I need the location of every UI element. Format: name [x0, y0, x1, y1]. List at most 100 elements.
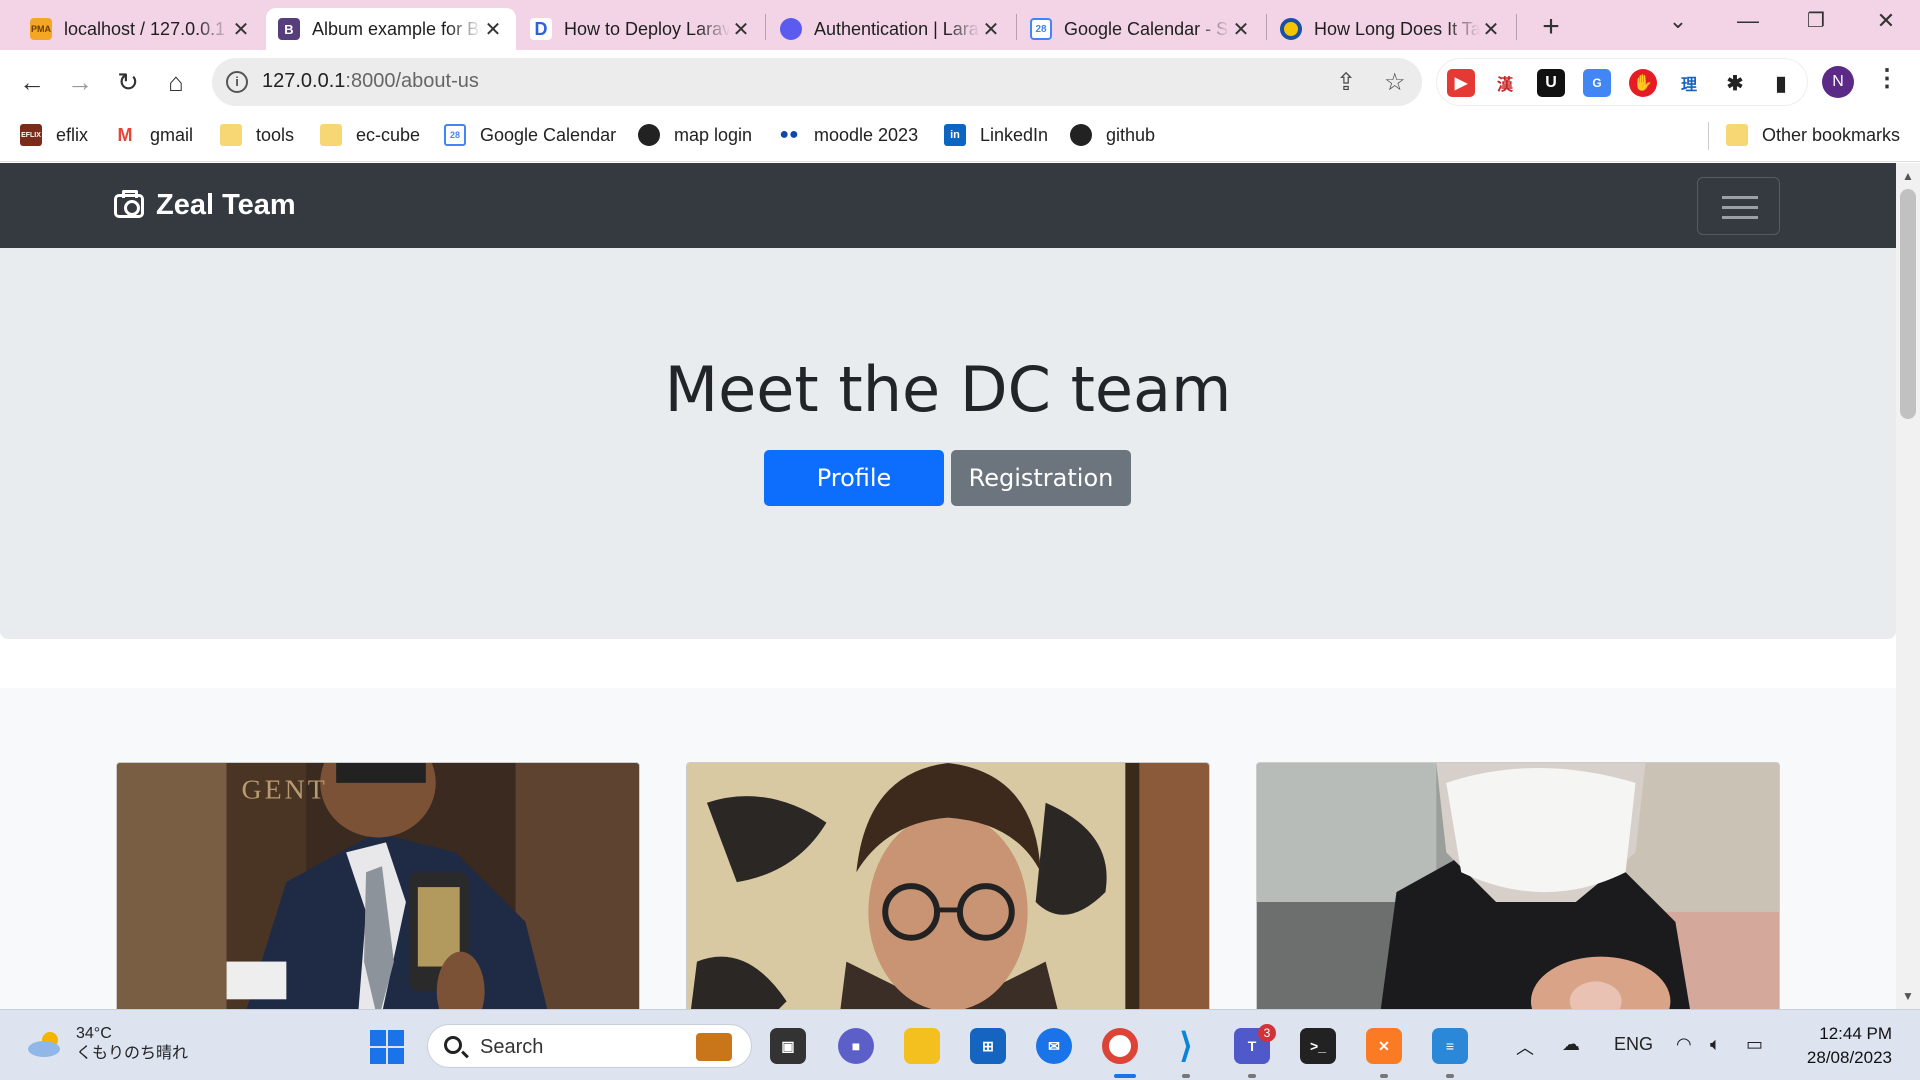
tab-title: How Long Does It Take [1314, 18, 1480, 39]
deploy-icon: D [530, 18, 552, 40]
site-info-icon[interactable]: i [226, 71, 248, 93]
xampp-icon[interactable]: ✕ [1366, 1028, 1402, 1064]
team-card[interactable] [1256, 762, 1780, 1009]
side-panel-icon[interactable]: ▮ [1767, 69, 1795, 97]
bookmark-label: moodle 2023 [814, 124, 919, 145]
tab-phpmyadmin[interactable]: PMA localhost / 127.0.0.1 ✕ [18, 8, 264, 50]
home-button[interactable]: ⌂ [156, 62, 196, 102]
tab-authentication[interactable]: Authentication | Laravel ✕ [768, 8, 1014, 50]
reload-button[interactable]: ↻ [108, 62, 148, 102]
ri-extension-icon[interactable]: 理 [1675, 69, 1703, 97]
scroll-up-icon[interactable]: ▲ [1902, 169, 1914, 183]
tab-divider [1266, 14, 1267, 40]
tab-title: Authentication | Laravel [814, 18, 980, 39]
volume-icon[interactable]: 🔈︎ [1710, 1034, 1721, 1055]
bookmark-ec-cube[interactable]: ec-cube [320, 124, 420, 146]
tab-divider [1516, 14, 1517, 40]
tab-title: How to Deploy Laravel [564, 18, 730, 39]
scroll-down-icon[interactable]: ▼ [1902, 989, 1914, 1003]
url-text[interactable]: 127.0.0.1:8000/about-us [262, 70, 479, 93]
scrollbar-thumb[interactable] [1900, 189, 1916, 419]
bookmark-star-icon[interactable]: ☆ [1384, 68, 1406, 97]
linkedin-icon: in [944, 124, 966, 146]
page-viewport: Zeal Team Meet the DC team Profile Regis… [0, 163, 1896, 1009]
bootstrap-icon: B [278, 18, 300, 40]
battery-icon[interactable]: ▭ [1746, 1034, 1763, 1055]
translate-icon[interactable]: G [1583, 69, 1611, 97]
adblock-icon[interactable]: ✋ [1629, 69, 1657, 97]
weather-widget[interactable]: 34°C くもりのち晴れ [26, 1024, 188, 1064]
window-close-button[interactable]: ✕ [1866, 8, 1906, 34]
url-host: 127.0.0.1 [262, 70, 346, 92]
page-scrollbar[interactable]: ▲ ▼ [1896, 163, 1920, 1009]
microsoft-store-icon[interactable]: ⊞ [970, 1028, 1006, 1064]
clock-time: 12:44 PM [1819, 1024, 1892, 1043]
profile-button[interactable]: Profile [764, 450, 944, 506]
bookmark-github[interactable]: github [1070, 124, 1155, 146]
close-icon[interactable]: ✕ [230, 17, 252, 42]
chrome-icon[interactable] [1102, 1028, 1138, 1064]
team-card[interactable] [686, 762, 1210, 1009]
close-icon[interactable]: ✕ [482, 17, 504, 42]
menu-kebab-icon[interactable]: ⋮ [1875, 64, 1899, 93]
tab-google-calendar[interactable]: 28 Google Calendar - Sign in ✕ [1018, 8, 1264, 50]
tab-search-chevron-icon[interactable]: ⌄ [1658, 8, 1698, 34]
active-app-indicator [1114, 1074, 1136, 1078]
onedrive-offline-icon[interactable]: ☁ [1562, 1034, 1580, 1055]
hero-section: Meet the DC team Profile Registration [0, 248, 1896, 639]
language-indicator[interactable]: ENG [1614, 1034, 1653, 1055]
team-card[interactable]: GENT [116, 762, 640, 1009]
new-tab-button[interactable]: + [1536, 10, 1566, 44]
tab-title: Google Calendar - Sign in [1064, 18, 1230, 39]
clock-date: 28/08/2023 [1806, 1048, 1892, 1067]
address-bar[interactable]: i 127.0.0.1:8000/about-us ⇪ ☆ [212, 58, 1422, 106]
bookmark-eflix[interactable]: EFLIX eflix [20, 124, 88, 146]
terminal-icon[interactable]: >_ [1300, 1028, 1336, 1064]
tab-album-example[interactable]: B Album example for Bootstrap ✕ [266, 8, 516, 50]
bookmark-tools[interactable]: tools [220, 124, 294, 146]
hero-title: Meet the DC team [664, 353, 1232, 426]
tab-how-long[interactable]: How Long Does It Take ✕ [1268, 8, 1514, 50]
bookmark-google-calendar[interactable]: 28 Google Calendar [444, 124, 616, 146]
forward-button[interactable]: → [60, 62, 100, 102]
windows-start-icon[interactable] [370, 1030, 404, 1064]
other-bookmarks[interactable]: Other bookmarks [1726, 124, 1900, 146]
close-icon[interactable]: ✕ [1230, 17, 1252, 42]
bookmark-gmail[interactable]: Mgmail [114, 124, 193, 146]
wifi-icon[interactable]: ◠ [1676, 1034, 1692, 1055]
registration-button[interactable]: Registration [951, 450, 1131, 506]
thunderbird-icon[interactable]: ✉ [1036, 1028, 1072, 1064]
chat-icon[interactable]: ■ [838, 1028, 874, 1064]
task-view-icon[interactable]: ▣ [770, 1028, 806, 1064]
taskbar-search-input[interactable]: Search [427, 1024, 752, 1068]
close-icon[interactable]: ✕ [730, 17, 752, 42]
back-button[interactable]: ← [12, 62, 52, 102]
bookmark-moodle[interactable]: ●● moodle 2023 [778, 124, 918, 146]
notepad-icon[interactable]: ≡ [1432, 1028, 1468, 1064]
tab-deploy-laravel[interactable]: D How to Deploy Laravel ✕ [518, 8, 764, 50]
restore-button[interactable]: ❐ [1796, 8, 1836, 33]
share-icon[interactable]: ⇪ [1336, 68, 1356, 97]
briefcase-icon [696, 1033, 732, 1061]
profile-avatar[interactable]: N [1822, 66, 1854, 98]
vscode-icon[interactable]: ⟩ [1168, 1027, 1204, 1065]
browser-toolbar: ← → ↻ ⌂ i 127.0.0.1:8000/about-us ⇪ ☆ ▶ … [0, 50, 1920, 114]
system-clock[interactable]: 12:44 PM 28/08/2023 [1796, 1022, 1892, 1070]
close-icon[interactable]: ✕ [1480, 17, 1502, 42]
u-extension-icon[interactable]: U [1537, 69, 1565, 97]
navbar-toggler-button[interactable] [1697, 177, 1780, 235]
github-icon [1070, 124, 1092, 146]
bookmark-label: github [1106, 124, 1156, 145]
puzzle-icon[interactable]: ✱ [1721, 69, 1749, 97]
tray-overflow-chevron-icon[interactable]: ︿ [1516, 1034, 1534, 1060]
minimize-button[interactable]: — [1728, 8, 1768, 34]
extension-red-icon[interactable]: ▶ [1447, 69, 1475, 97]
site-brand[interactable]: Zeal Team [114, 189, 296, 222]
kanji-extension-icon[interactable]: 漢 [1491, 69, 1519, 97]
bookmark-map-login[interactable]: map login [638, 124, 752, 146]
bookmark-linkedin[interactable]: in LinkedIn [944, 124, 1048, 146]
brand-name: Zeal Team [156, 189, 296, 221]
close-icon[interactable]: ✕ [980, 17, 1002, 42]
app-indicator [1380, 1074, 1388, 1078]
file-explorer-icon[interactable] [904, 1028, 940, 1064]
